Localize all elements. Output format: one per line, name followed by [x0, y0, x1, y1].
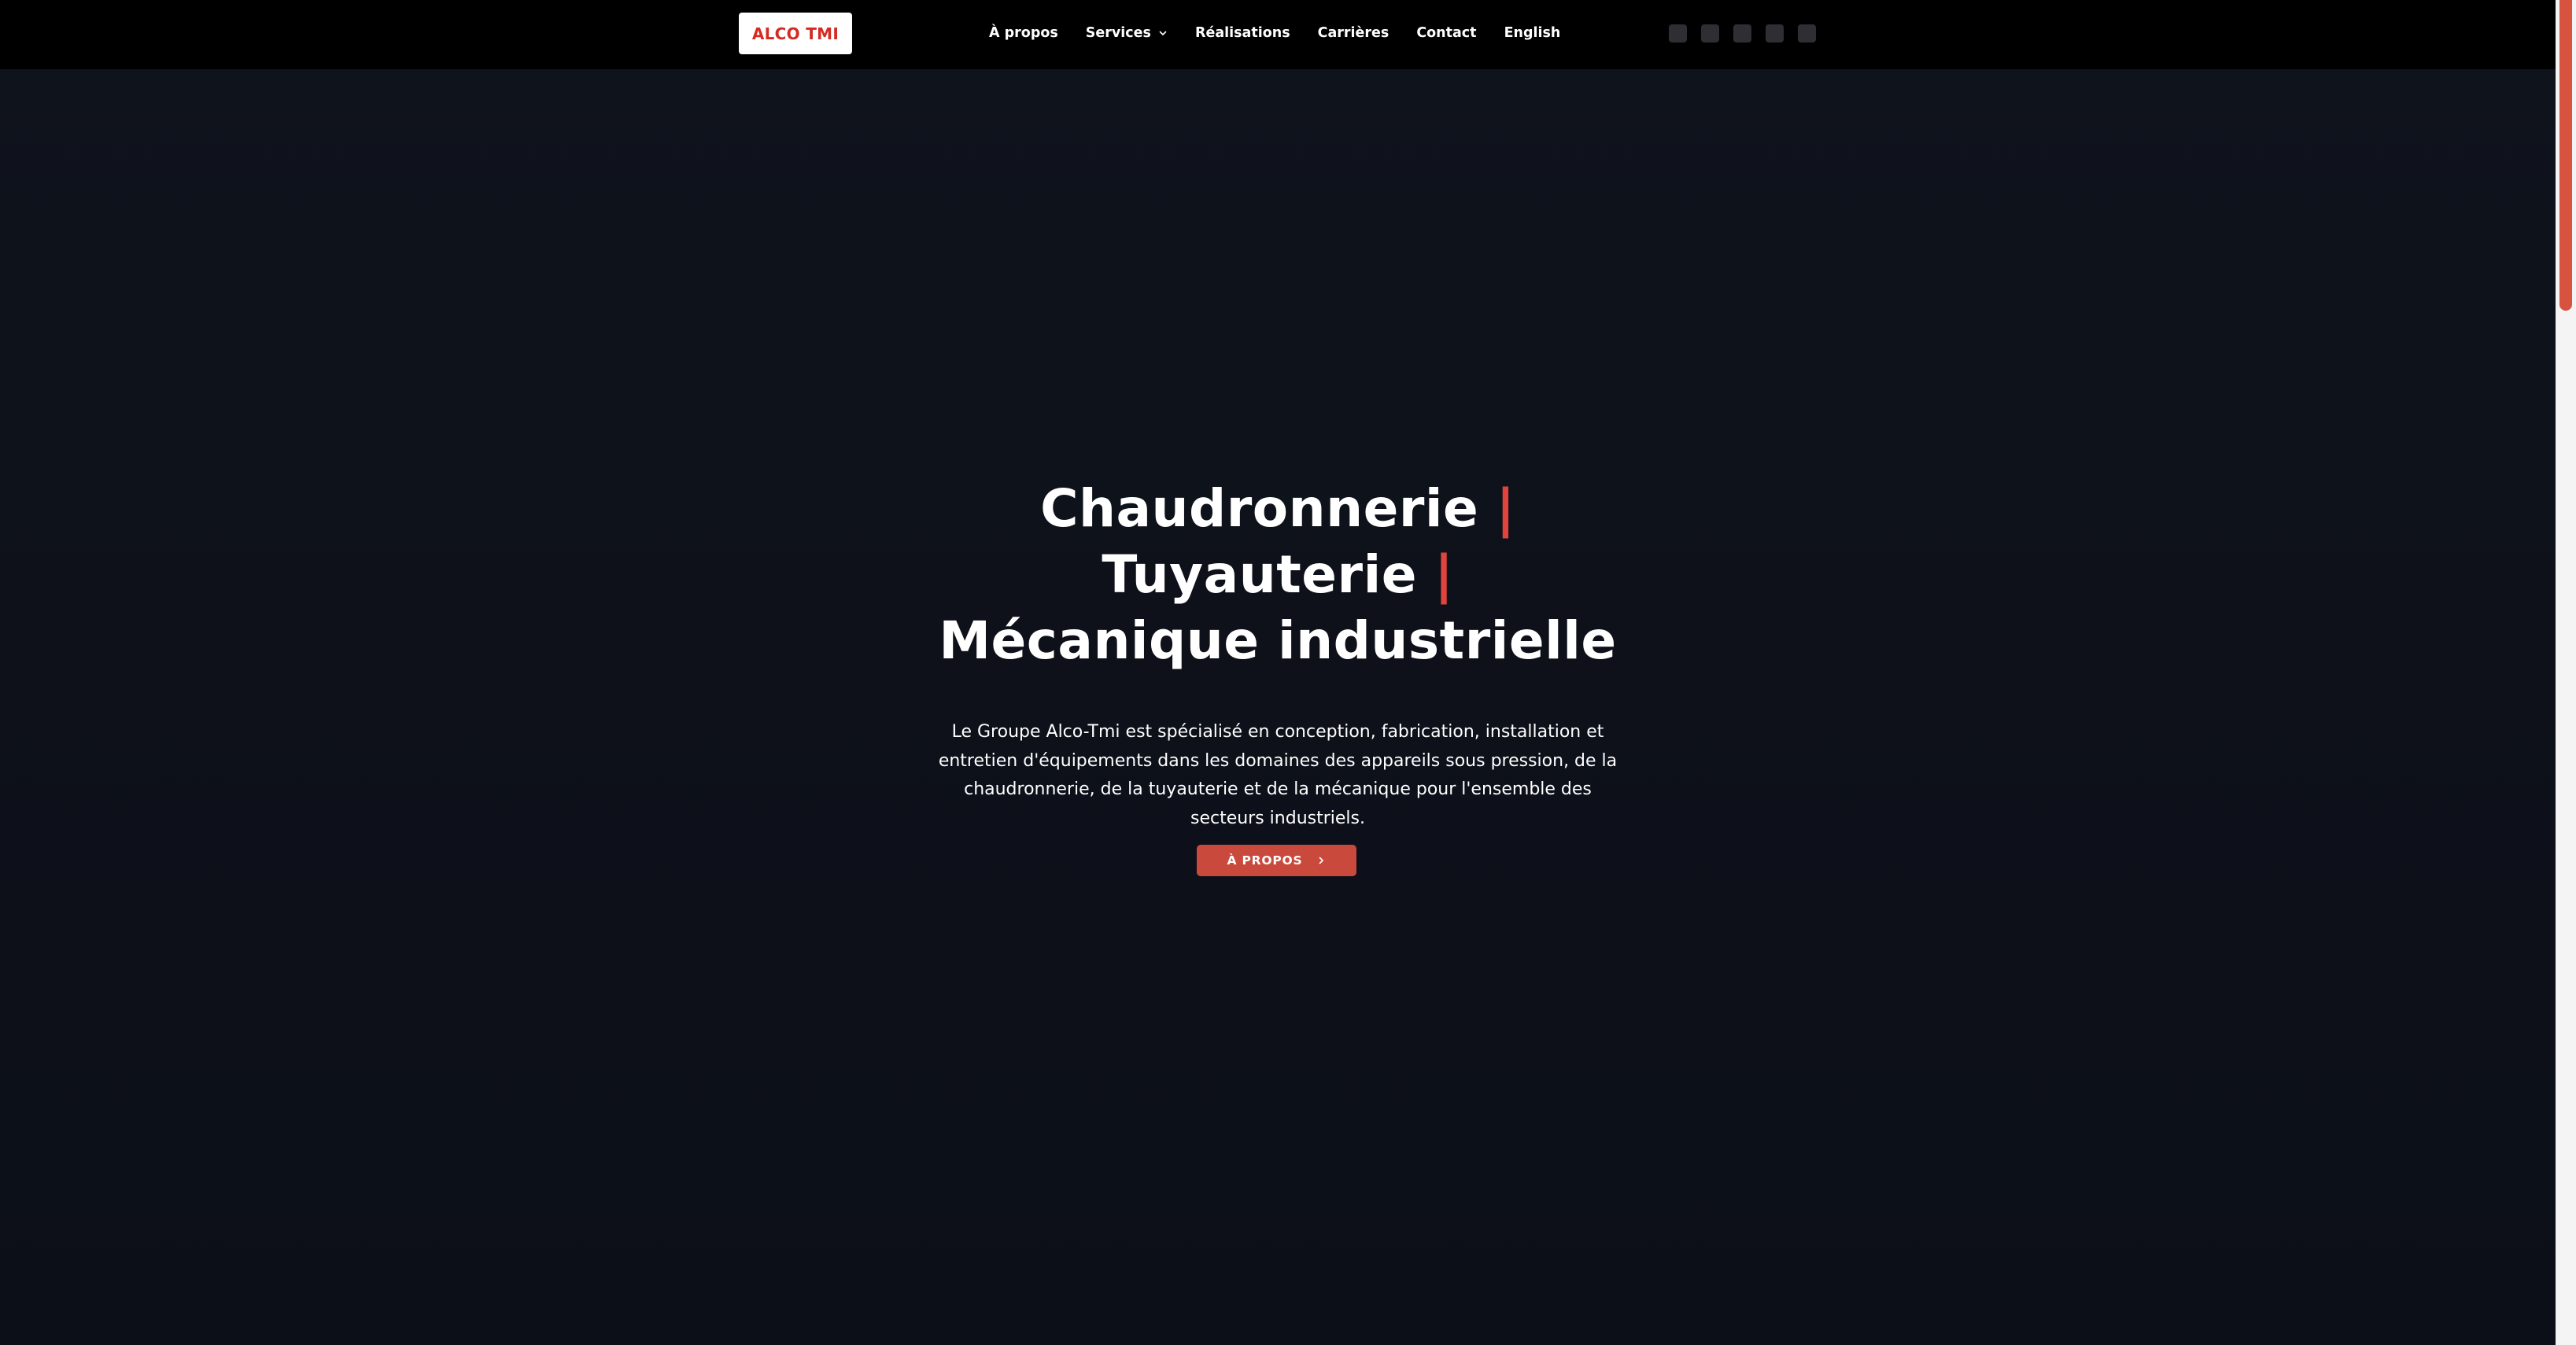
nav-label: Contact: [1416, 25, 1477, 41]
nav-label: Réalisations: [1194, 25, 1290, 41]
facebook-icon[interactable]: [1669, 24, 1687, 42]
nav-label: Services: [1085, 25, 1151, 41]
nav-item-carrieres[interactable]: Carrières: [1318, 25, 1389, 41]
hero-separator: |: [1434, 544, 1454, 605]
youtube-icon[interactable]: [1766, 24, 1784, 42]
nav-item-contact[interactable]: Contact: [1416, 25, 1476, 41]
hero-line-3: Mécanique industrielle: [708, 608, 1847, 674]
logo-link[interactable]: ALCO TMI: [739, 13, 852, 54]
hero-line-text: Chaudronnerie: [1040, 478, 1479, 539]
about-button-label: À PROPOS: [1227, 853, 1303, 868]
navbar: ALCO TMI À propos Services Réalisations …: [0, 0, 2556, 69]
scrollbar-thumb[interactable]: [2559, 0, 2572, 311]
nav-item-realisations[interactable]: Réalisations: [1195, 25, 1290, 41]
chevron-right-icon: [1319, 857, 1324, 864]
instagram-icon[interactable]: [1701, 24, 1719, 42]
nav-item-services[interactable]: Services: [1086, 25, 1168, 41]
nav-label: English: [1504, 25, 1561, 41]
nav-label: Carrières: [1317, 25, 1389, 41]
social-links: [1669, 24, 1816, 42]
hero-line-text: Tuyauterie: [1102, 544, 1417, 605]
nav-item-english[interactable]: English: [1504, 25, 1561, 41]
page: ALCO TMI À propos Services Réalisations …: [0, 0, 2576, 1345]
twitter-icon[interactable]: [1798, 24, 1816, 42]
chevron-down-icon: [1159, 31, 1167, 35]
hero-separator: |: [1496, 478, 1515, 539]
hero-line-1: Chaudronnerie |: [708, 476, 1847, 542]
hero-line-text: Mécanique industrielle: [939, 610, 1617, 671]
nav-label: À propos: [989, 25, 1058, 41]
nav-item-a-propos[interactable]: À propos: [989, 25, 1058, 41]
hero-description: Le Groupe Alco-Tmi est spécialisé en con…: [938, 722, 1618, 828]
about-button[interactable]: À PROPOS: [1197, 845, 1356, 876]
linkedin-icon[interactable]: [1733, 24, 1751, 42]
main-nav: À propos Services Réalisations Carrières…: [989, 19, 1560, 47]
hero-line-2: Tuyauterie |: [708, 542, 1847, 608]
hero-title: Chaudronnerie | Tuyauterie | Mécanique ind…: [708, 476, 1847, 674]
